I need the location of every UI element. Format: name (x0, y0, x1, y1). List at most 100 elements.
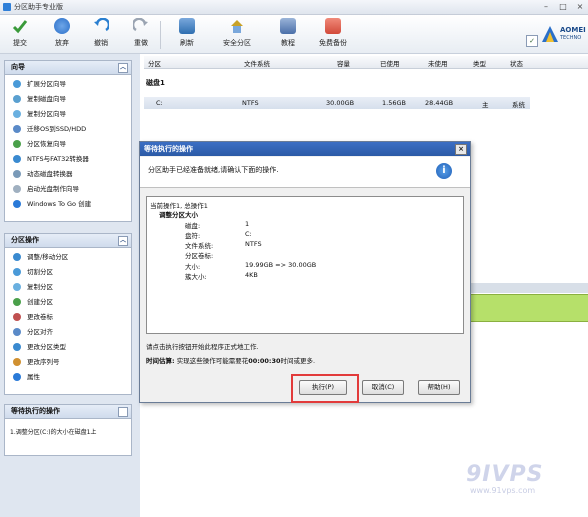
col-partition[interactable]: 分区 (148, 58, 161, 68)
checkmark-icon (12, 18, 28, 34)
wizard-icon (13, 155, 21, 163)
field-disk-label: 磁盘: (185, 222, 201, 230)
op-item-resize-move[interactable]: 调整/移动分区 (5, 250, 131, 265)
field-volume-label: 分区卷标: (185, 252, 214, 260)
cell-used: 1.56GB (382, 99, 406, 107)
field-letter-label: 盘符: (185, 232, 201, 240)
field-fs-value: NTFS (245, 240, 262, 248)
watermark-url: www.91vps.com (470, 486, 536, 495)
cell-type: 主 (482, 101, 489, 109)
wizard-item-windows-to-go[interactable]: Windows To Go 创建 (5, 197, 131, 212)
dialog-message-area: 分区助手已经准备就绪,请确认下面的操作. i (140, 157, 470, 188)
partition-row[interactable]: C: NTFS 30.00GB 1.56GB 28.44GB 主 系统 (144, 97, 530, 109)
backup-icon (325, 18, 341, 34)
op-item-copy[interactable]: 复制分区 (5, 280, 131, 295)
undo-arrow-icon (93, 17, 111, 34)
free-backup-button[interactable]: 免费备份 (316, 18, 350, 48)
watermark-brand: 9IVPS (466, 462, 544, 487)
aomei-logo: AOMEI TECHNO (540, 18, 588, 50)
wizard-icon (13, 110, 21, 118)
title-bar: 分区助手专业版 – □ × (0, 0, 588, 15)
wizard-panel-header: 向导 ︿ (5, 61, 131, 75)
op-icon (13, 253, 21, 261)
tutorial-button[interactable]: 教程 (276, 18, 300, 48)
execute-hint: 请点击执行按钮开始此程序正式地工作. (146, 343, 259, 351)
window-title: 分区助手专业版 (14, 3, 63, 11)
minimize-button[interactable]: – (538, 1, 554, 12)
wizard-item-copy-partition[interactable]: 复制分区向导 (5, 107, 131, 122)
col-filesystem[interactable]: 文件系统 (244, 58, 270, 68)
pending-operations-dialog: 等待执行的操作 × 分区助手已经准备就绪,请确认下面的操作. i 当前操作1, … (139, 141, 471, 403)
op-item-align[interactable]: 分区对齐 (5, 325, 131, 340)
op-icon (13, 343, 21, 351)
operations-list: 当前操作1, 总操作1 调整分区大小 磁盘: 1 盘符: C: 文件系统: NT… (146, 196, 464, 334)
options-checkbox-icon[interactable]: ✓ (526, 35, 538, 47)
op-icon (13, 313, 21, 321)
disk-map-header (468, 283, 588, 293)
field-cluster-value: 4KB (245, 271, 258, 279)
op-title: 调整分区大小 (159, 211, 198, 219)
field-fs-label: 文件系统: (185, 242, 214, 250)
info-icon: i (436, 163, 452, 179)
cell-status: 系统 (512, 101, 525, 109)
dialog-title-bar: 等待执行的操作 × (140, 142, 470, 156)
col-capacity[interactable]: 容量 (337, 58, 350, 68)
execute-button[interactable]: 执行(P) (299, 380, 347, 395)
dialog-message: 分区助手已经准备就绪,请确认下面的操作. (148, 166, 279, 174)
collapse-icon[interactable]: ︿ (118, 63, 128, 73)
windows-icon (13, 200, 21, 208)
op-item-label[interactable]: 更改卷标 (5, 310, 131, 325)
col-unused[interactable]: 未使用 (428, 58, 448, 68)
op-icon (13, 298, 21, 306)
field-letter-value: C: (245, 230, 252, 238)
wizard-item-partition-recovery[interactable]: 分区恢复向导 (5, 137, 131, 152)
wizard-item-extend-partition[interactable]: 扩展分区向导 (5, 77, 131, 92)
op-item-properties[interactable]: 属性 (5, 370, 131, 385)
wizard-item-ntfs-fat32[interactable]: NTFS与FAT32转换器 (5, 152, 131, 167)
partition-table-header: 分区 文件系统 容量 已使用 未使用 类型 状态 (144, 56, 588, 69)
wizard-icon (13, 170, 21, 178)
wizard-item-migrate-os[interactable]: 迁移OS到SSD/HDD (5, 122, 131, 137)
wizard-item-dynamic-disk[interactable]: 动态磁盘转换器 (5, 167, 131, 182)
partition-ops-header: 分区操作 ︿ (5, 234, 131, 248)
undo-button[interactable]: 撤销 (89, 17, 113, 48)
wizard-item-boot-cd[interactable]: 启动光盘制作向导 (5, 182, 131, 197)
help-button[interactable]: 帮助(H) (418, 380, 460, 395)
redo-button[interactable]: 重做 (129, 17, 153, 48)
col-status[interactable]: 状态 (510, 58, 523, 68)
op-item-split[interactable]: 切割分区 (5, 265, 131, 280)
op-item-serial[interactable]: 更改序列号 (5, 355, 131, 370)
disk-map-partition-bar[interactable] (468, 294, 588, 322)
redo-arrow-icon (131, 17, 149, 34)
wizard-icon (13, 140, 21, 148)
op-icon (13, 283, 21, 291)
wizard-panel: 向导 ︿ 扩展分区向导 复制磁盘向导 复制分区向导 迁移OS到SSD/HDD 分区… (4, 60, 132, 222)
col-type[interactable]: 类型 (473, 58, 486, 68)
safe-partition-button[interactable]: 安全分区 (222, 18, 252, 48)
col-used[interactable]: 已使用 (380, 58, 400, 68)
maximize-button[interactable]: □ (555, 1, 571, 12)
cell-unused: 28.44GB (425, 99, 454, 107)
pending-op-item[interactable]: 1.调整分区(C:)的大小在磁盘1上 (5, 425, 131, 440)
dialog-close-icon[interactable]: × (455, 144, 467, 155)
op-item-create[interactable]: 创建分区 (5, 295, 131, 310)
refresh-button[interactable]: 刷新 (175, 18, 199, 48)
cancel-button[interactable]: 取消(C) (362, 380, 404, 395)
pending-ops-header: 等待执行的操作 (5, 405, 131, 419)
op-icon (13, 328, 21, 336)
wizard-item-copy-disk[interactable]: 复制磁盘向导 (5, 92, 131, 107)
discard-icon (54, 18, 70, 34)
wizard-icon (13, 125, 21, 133)
toolbar: 提交 放弃 撤销 重做 刷新 安全分区 教程 免费备份 ✓ AOMEI TECH… (0, 15, 588, 54)
close-button[interactable]: × (572, 1, 588, 12)
wizard-icon (13, 95, 21, 103)
time-estimate-suffix: 时间或更多. (280, 357, 316, 365)
op-item-change-type[interactable]: 更改分区类型 (5, 340, 131, 355)
commit-button[interactable]: 提交 (8, 18, 32, 48)
disk-label: 磁盘1 (146, 79, 165, 87)
partition-ops-panel: 分区操作 ︿ 调整/移动分区 切割分区 复制分区 创建分区 更改卷标 分区对齐 更… (4, 233, 132, 395)
field-size-value: 19.99GB => 30.00GB (245, 261, 317, 269)
collapse-icon[interactable]: ︿ (118, 236, 128, 246)
collapse-icon[interactable] (118, 407, 128, 417)
discard-button[interactable]: 放弃 (50, 18, 74, 48)
